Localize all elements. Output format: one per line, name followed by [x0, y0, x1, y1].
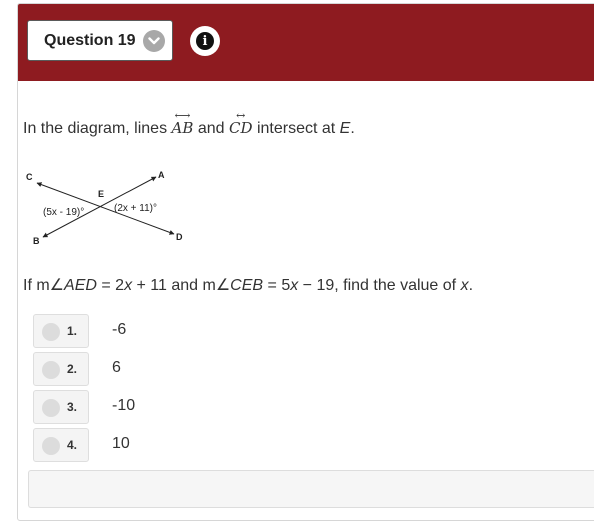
choice-number: 1. — [67, 324, 78, 338]
label-c: C — [26, 172, 33, 182]
radio-icon[interactable] — [42, 323, 60, 341]
variable-x: x — [124, 277, 133, 294]
label-d: D — [176, 232, 183, 242]
question-number-label: Question 19 — [44, 31, 136, 49]
choice-1-value[interactable]: -6 — [112, 321, 126, 339]
question-text: If m∠AED = 2x + 11 and m∠CEB = 5x − 19, … — [23, 275, 473, 295]
choice-number: 4. — [67, 438, 78, 452]
angle-ceb: CEB — [230, 277, 264, 294]
info-icon: i — [196, 32, 214, 50]
label-a: A — [158, 170, 165, 180]
angle-aed: AED — [64, 277, 97, 294]
label-e: E — [98, 189, 104, 199]
choice-number: 3. — [67, 400, 78, 414]
angle-left-label: (5x - 19)° — [43, 207, 84, 218]
choice-2-button[interactable]: 2. — [33, 352, 89, 386]
question-part-4: = 5 — [263, 277, 291, 294]
chevron-down-icon[interactable] — [143, 30, 165, 52]
choice-2-value[interactable]: 6 — [112, 359, 121, 377]
question-part-5: − 19, find the value of — [298, 277, 461, 294]
radio-icon[interactable] — [42, 399, 60, 417]
radio-icon[interactable] — [42, 361, 60, 379]
info-button[interactable]: i — [190, 26, 220, 56]
question-selector[interactable]: Question 19 — [27, 20, 173, 61]
prompt-intersect: intersect at — [252, 120, 340, 137]
choice-3-value[interactable]: -10 — [112, 397, 135, 415]
prompt-and: and — [193, 120, 229, 137]
label-b: B — [33, 236, 40, 246]
choice-4-button[interactable]: 4. — [33, 428, 89, 462]
question-card: Question 19 i In the diagram, lines ⟷ AB … — [17, 3, 594, 521]
point-e: E — [339, 120, 351, 137]
choice-1-button[interactable]: 1. — [33, 314, 89, 348]
line-cd-label: ↔ CD — [228, 109, 253, 137]
question-part-2: = 2 — [96, 277, 125, 294]
radio-icon[interactable] — [42, 437, 60, 455]
choice-4-value[interactable]: 10 — [112, 435, 130, 453]
question-part-1: If m∠ — [23, 277, 65, 294]
question-header: Question 19 i — [18, 4, 594, 81]
variable-x: x — [460, 277, 469, 294]
choice-number: 2. — [67, 362, 78, 376]
angle-right-label: (2x + 11)° — [114, 203, 157, 214]
question-part-3: + 11 and m∠ — [132, 277, 231, 294]
prompt-period: . — [350, 120, 355, 137]
line-ab-label: ⟷ AB — [171, 109, 194, 137]
question-part-6: . — [468, 277, 474, 294]
question-prompt: In the diagram, lines ⟷ AB and ↔ CD inters… — [23, 109, 355, 138]
prompt-text: In the diagram, lines — [23, 120, 172, 137]
choice-3-button[interactable]: 3. — [33, 390, 89, 424]
intersecting-lines-diagram: C A E B D (5x - 19)° (2x + 11)° — [26, 170, 183, 246]
answer-footer-panel — [28, 470, 594, 508]
